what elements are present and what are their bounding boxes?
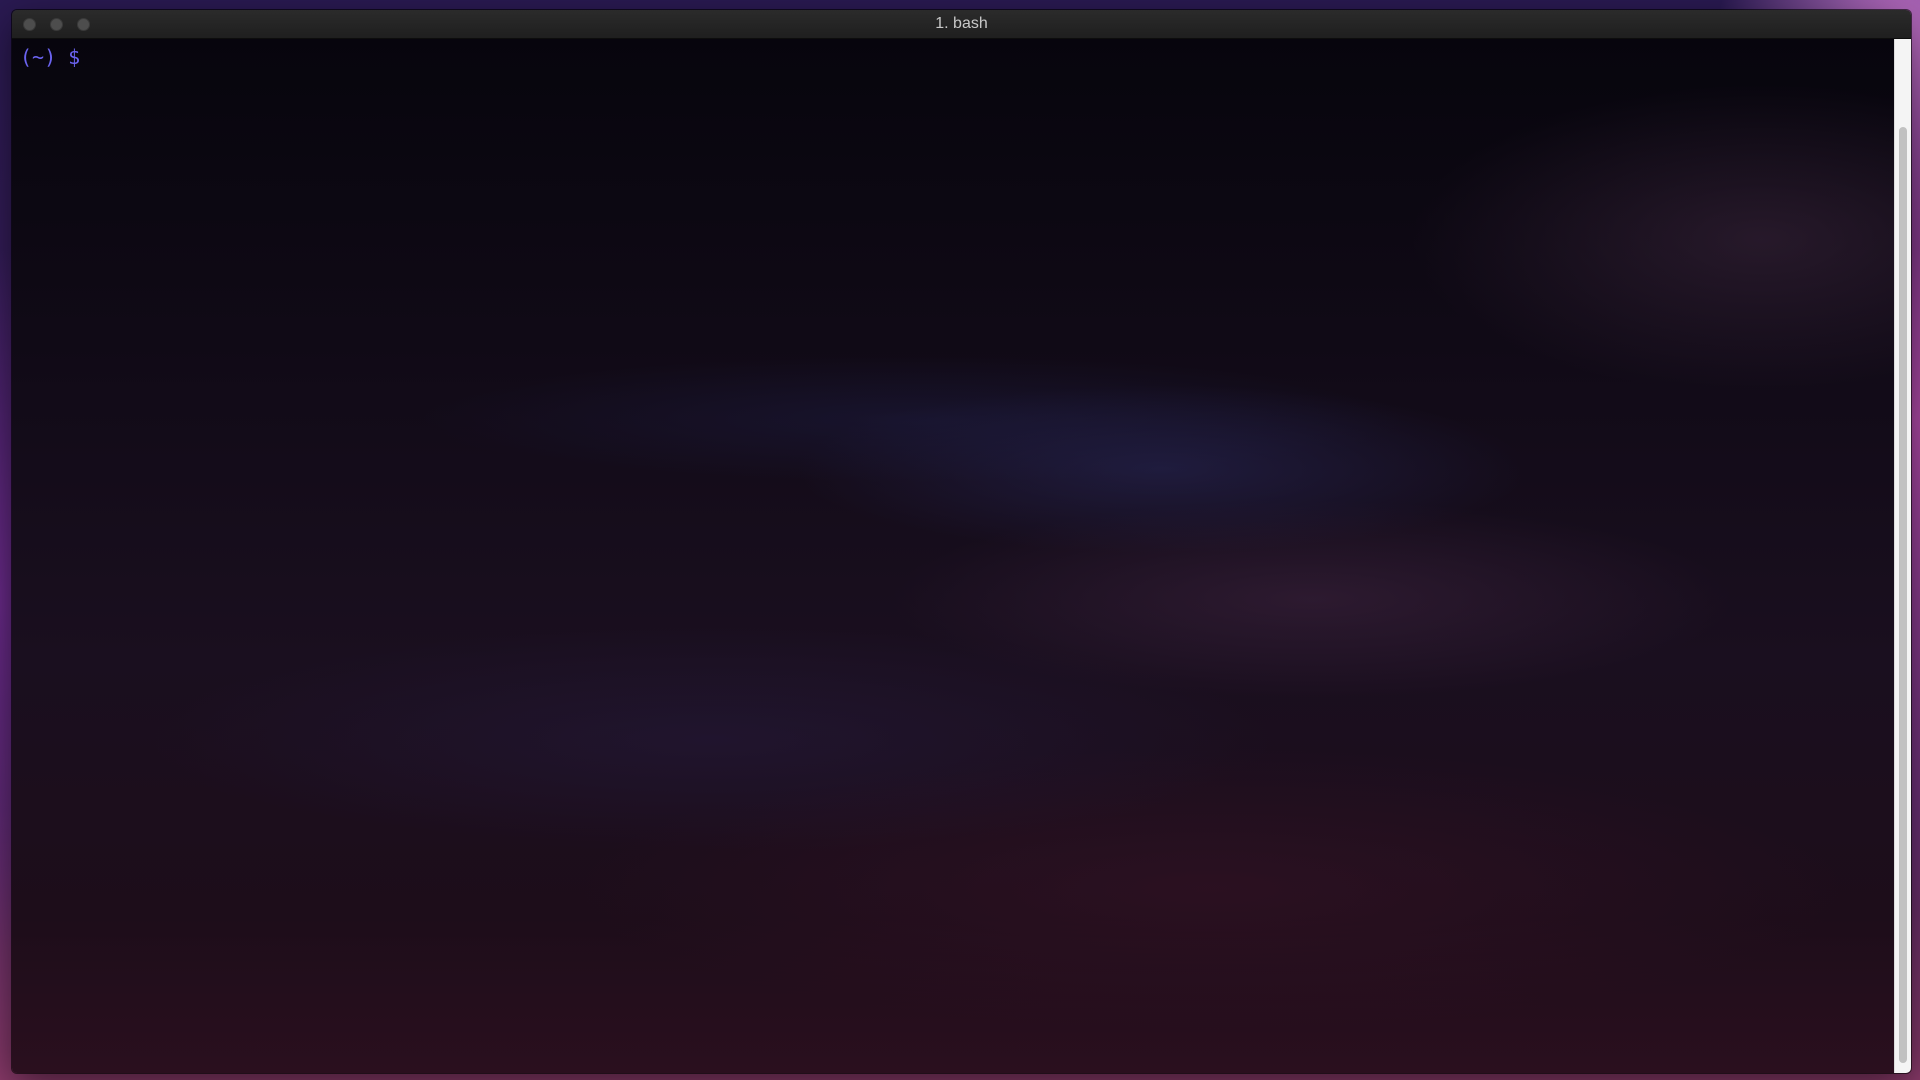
terminal-content[interactable]: (~) $	[12, 39, 1911, 1073]
prompt-line: (~) $	[20, 45, 92, 69]
vertical-scrollbar[interactable]	[1894, 39, 1911, 1073]
scrollbar-thumb[interactable]	[1899, 127, 1907, 1063]
window-title: 1. bash	[935, 15, 988, 32]
prompt-directory: (~)	[20, 45, 57, 69]
prompt-symbol: $	[68, 45, 81, 69]
title-bar[interactable]: 1. bash	[12, 10, 1911, 39]
terminal-window[interactable]: 1. bash (~) $	[12, 10, 1911, 1073]
